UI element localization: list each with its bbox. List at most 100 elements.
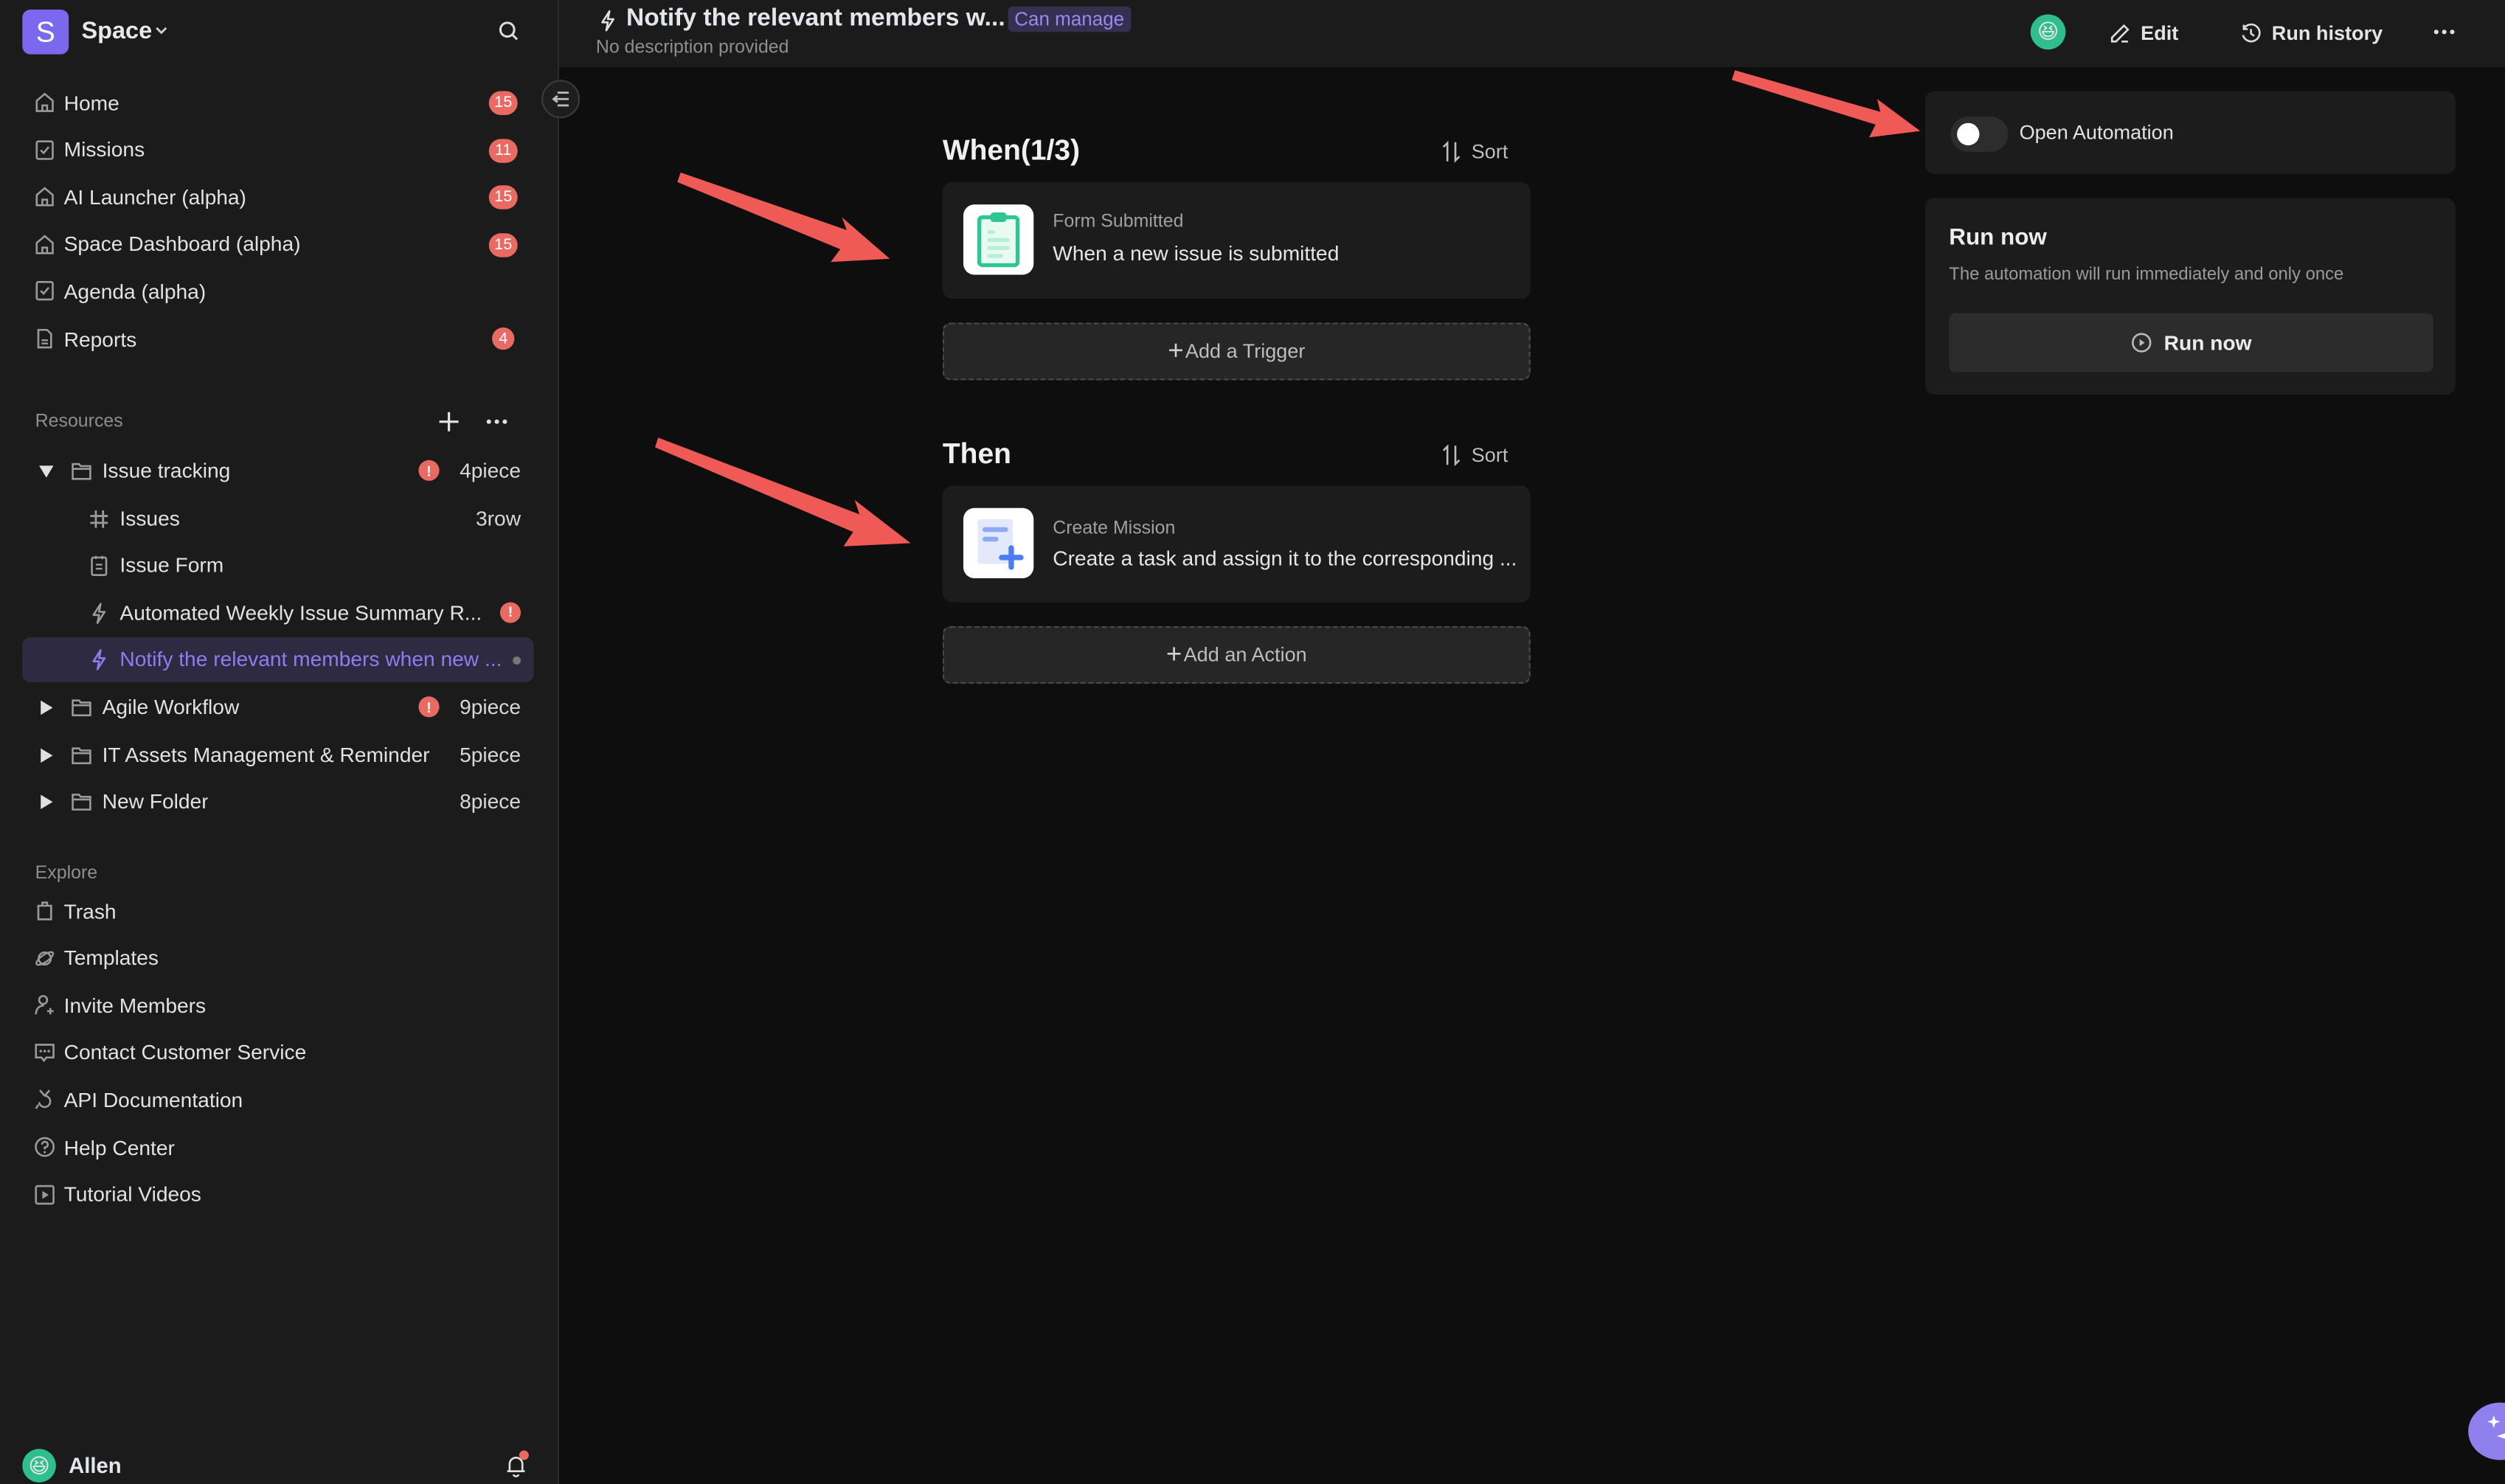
explore-item-label: Tutorial Videos bbox=[63, 1182, 201, 1207]
sidebar-item-ai-launcher-alpha[interactable]: AI Launcher (alpha) 15 bbox=[22, 174, 533, 219]
action-card[interactable]: Create Mission Create a task and assign … bbox=[942, 485, 1531, 603]
annotation-arrow bbox=[677, 172, 890, 263]
video-icon bbox=[33, 1183, 55, 1205]
explore-item-label: Help Center bbox=[63, 1134, 175, 1159]
status-dot bbox=[513, 656, 522, 665]
explore-item-templates[interactable]: Templates bbox=[22, 935, 533, 980]
sidebar-item-home[interactable]: Home 15 bbox=[22, 80, 533, 125]
pencil-icon bbox=[2110, 24, 2130, 43]
trash-icon bbox=[33, 899, 55, 921]
tree-folder[interactable]: Agile Workflow! 9piece bbox=[22, 685, 533, 730]
count-badge: 4 bbox=[492, 327, 515, 350]
sidebar-item-label: Reports bbox=[63, 326, 137, 351]
more-icon[interactable] bbox=[484, 411, 510, 433]
open-automation-toggle[interactable] bbox=[1950, 117, 2009, 152]
explore-item-tutorial-videos[interactable]: Tutorial Videos bbox=[22, 1172, 533, 1217]
sidebar-item-reports[interactable]: Reports 4 bbox=[22, 316, 533, 361]
help-icon bbox=[33, 1136, 55, 1158]
page-title[interactable]: Notify the relevant members w... bbox=[626, 4, 1005, 33]
count-badge: 15 bbox=[488, 91, 518, 115]
count-badge: 15 bbox=[488, 232, 518, 257]
sidebar-item-space-dashboard-alpha[interactable]: Space Dashboard (alpha) 15 bbox=[22, 222, 533, 267]
run-now-button[interactable]: Run now bbox=[1949, 313, 2433, 372]
play-circle-icon bbox=[2131, 333, 2151, 353]
item-count: 9piece bbox=[460, 695, 522, 719]
search-icon[interactable] bbox=[497, 19, 521, 43]
tree-item-label: Issues bbox=[119, 505, 180, 530]
sidebar-item-label: Home bbox=[63, 90, 119, 114]
home-icon bbox=[33, 91, 55, 113]
then-sort-button[interactable]: Sort bbox=[1441, 444, 1508, 466]
open-automation-label: Open Automation bbox=[2019, 121, 2174, 144]
sidebar-item-missions[interactable]: Missions 11 bbox=[22, 127, 533, 172]
tree-item-label: Automated Weekly Issue Summary R... bbox=[119, 600, 482, 625]
add-action-button[interactable]: + Add an Action bbox=[942, 625, 1531, 684]
then-section-title: Then bbox=[942, 437, 1011, 470]
space-logo[interactable]: S bbox=[22, 9, 69, 55]
tree-item[interactable]: Notify the relevant members when new ... bbox=[22, 638, 534, 683]
collaborator-avatar[interactable]: 😆 bbox=[2030, 14, 2066, 50]
caret-right-icon[interactable] bbox=[38, 700, 55, 716]
sidebar-item-agenda-alpha[interactable]: Agenda (alpha) bbox=[22, 269, 533, 314]
explore-label: Explore bbox=[35, 864, 98, 884]
run-now-title: Run now bbox=[1949, 225, 2047, 252]
tree-item[interactable]: Automated Weekly Issue Summary R...! bbox=[22, 591, 533, 636]
open-automation-panel: Open Automation bbox=[1924, 91, 2456, 175]
caret-down-icon[interactable] bbox=[38, 463, 55, 479]
item-count: 5piece bbox=[460, 742, 522, 766]
chevron-down-icon[interactable] bbox=[153, 22, 170, 38]
run-history-button[interactable]: Run history bbox=[2239, 18, 2383, 49]
tree-item-label: Agile Workflow bbox=[102, 695, 240, 719]
space-switcher[interactable]: Space bbox=[81, 18, 152, 45]
collapse-sidebar-button[interactable] bbox=[541, 80, 581, 119]
home-icon bbox=[33, 233, 55, 255]
tree-folder[interactable]: IT Assets Management & Reminder 5piece bbox=[22, 732, 533, 777]
caret-right-icon[interactable] bbox=[38, 794, 55, 811]
count-badge: 15 bbox=[488, 185, 518, 210]
folder-icon bbox=[70, 460, 92, 482]
user-add-icon bbox=[33, 994, 55, 1016]
when-sort-button[interactable]: Sort bbox=[1441, 141, 1508, 163]
explore-item-trash[interactable]: Trash bbox=[22, 888, 533, 933]
explore-item-contact-customer-service[interactable]: Contact Customer Service bbox=[22, 1030, 533, 1075]
ai-assistant-button[interactable] bbox=[2468, 1402, 2505, 1460]
sort-icon bbox=[1442, 444, 1461, 467]
add-trigger-button[interactable]: + Add a Trigger bbox=[942, 322, 1531, 381]
more-options-icon[interactable] bbox=[2431, 21, 2457, 43]
history-icon bbox=[2242, 23, 2261, 43]
tree-folder[interactable]: Issue tracking! 4piece bbox=[22, 449, 533, 494]
annotation-arrow bbox=[654, 437, 911, 547]
tree-item[interactable]: Issue Form bbox=[22, 544, 533, 589]
explore-item-label: Templates bbox=[63, 946, 159, 970]
explore-item-help-center[interactable]: Help Center bbox=[22, 1125, 533, 1170]
resources-label: Resources bbox=[35, 412, 123, 431]
tree-folder[interactable]: New Folder 8piece bbox=[22, 780, 533, 825]
automation-bolt-icon bbox=[601, 10, 614, 32]
folder-icon bbox=[70, 696, 92, 718]
caret-right-icon[interactable] bbox=[38, 747, 55, 763]
page-description[interactable]: No description provided bbox=[596, 38, 789, 58]
trigger-text: When a new issue is submitted bbox=[1053, 241, 1340, 266]
explore-item-label: Trash bbox=[63, 898, 117, 923]
explore-item-invite-members[interactable]: Invite Members bbox=[22, 982, 533, 1027]
notification-dot bbox=[519, 1450, 529, 1460]
plus-icon: + bbox=[1168, 335, 1184, 366]
tree-item-label: New Folder bbox=[102, 789, 209, 814]
edit-button[interactable]: Edit bbox=[2109, 18, 2178, 49]
tree-item[interactable]: Issues 3row bbox=[22, 496, 533, 541]
api-icon bbox=[33, 1089, 55, 1111]
user-avatar[interactable]: 😆 bbox=[22, 1449, 56, 1483]
folder-icon bbox=[70, 743, 92, 766]
item-count: 8piece bbox=[460, 789, 522, 814]
sidebar-item-label: AI Launcher (alpha) bbox=[63, 184, 246, 209]
add-resource-icon[interactable] bbox=[436, 409, 462, 434]
explore-item-api-documentation[interactable]: API Documentation bbox=[22, 1078, 533, 1123]
trigger-card[interactable]: Form Submitted When a new issue is submi… bbox=[942, 181, 1531, 299]
user-name[interactable]: Allen bbox=[69, 1454, 122, 1477]
header: Notify the relevant members w... Can man… bbox=[559, 0, 2505, 67]
alert-icon: ! bbox=[418, 696, 440, 718]
tree-item-label: Notify the relevant members when new ... bbox=[119, 647, 502, 672]
alert-icon: ! bbox=[418, 460, 440, 481]
automation-icon bbox=[88, 649, 110, 671]
sidebar-item-label: Missions bbox=[63, 137, 145, 162]
